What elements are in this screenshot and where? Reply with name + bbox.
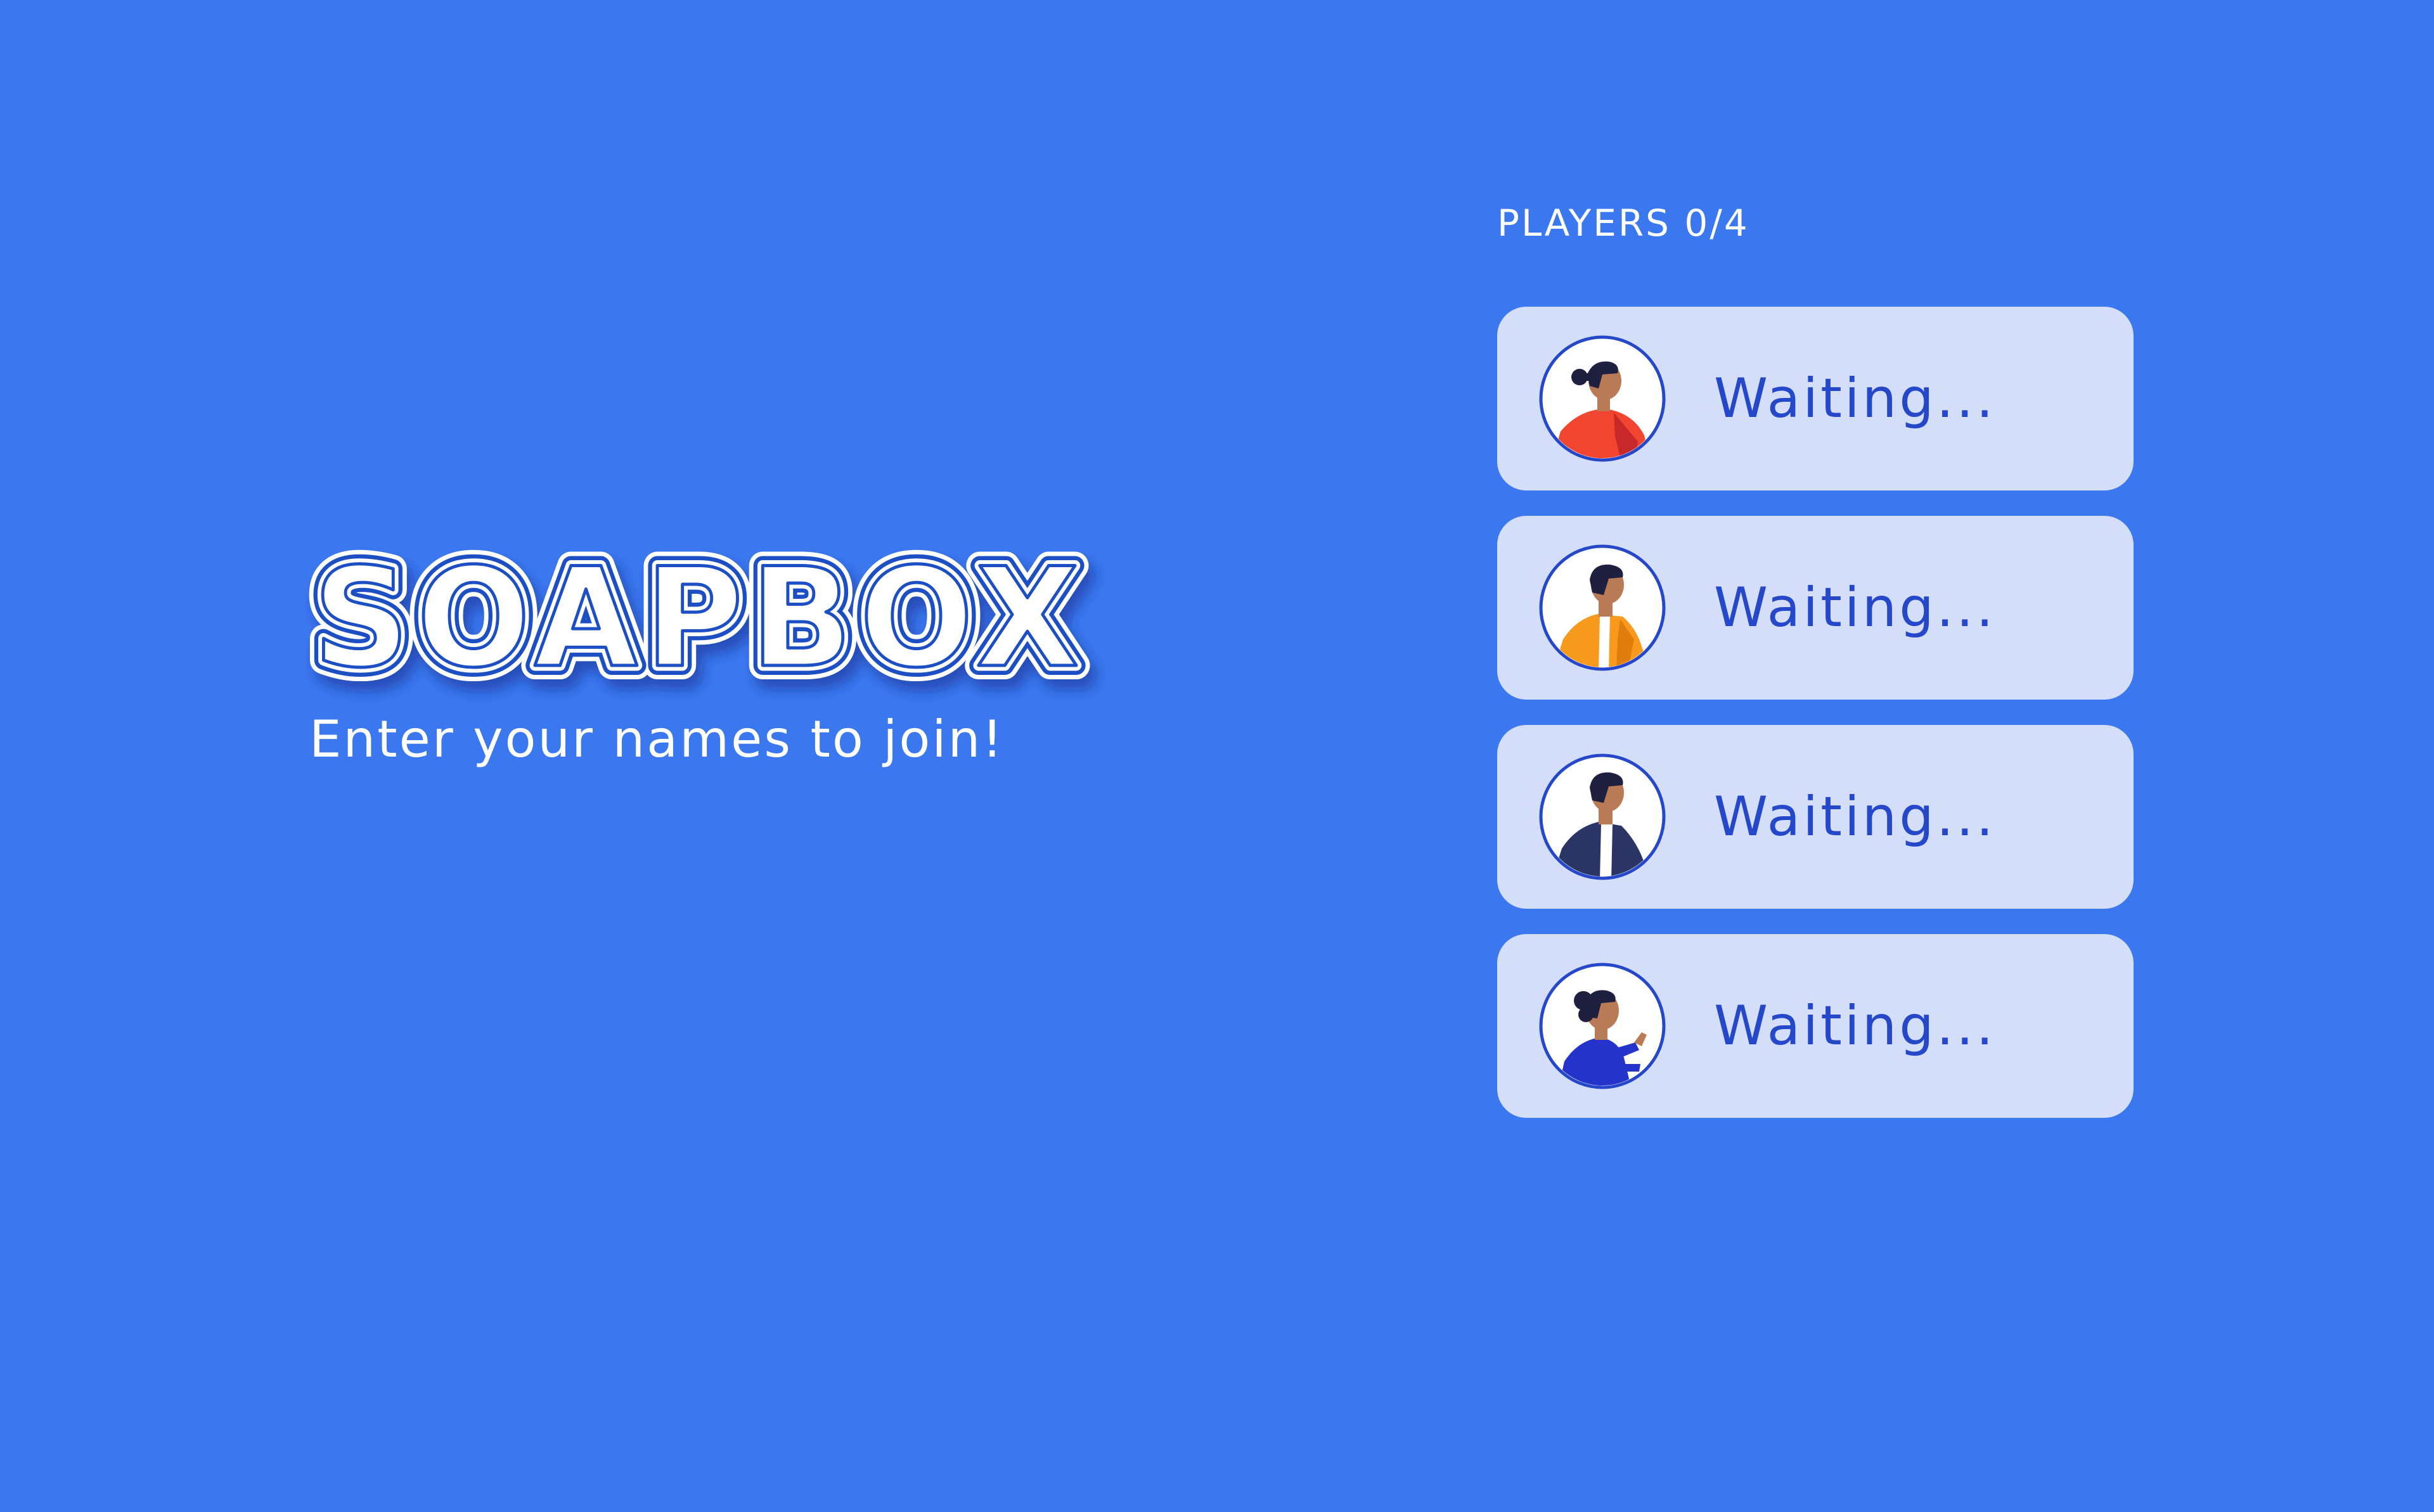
player-slot-1: Waiting...	[1497, 307, 2134, 490]
player-slot-status: Waiting...	[1714, 576, 1996, 639]
player-slot-status: Waiting...	[1714, 994, 1996, 1058]
player-slot-2: Waiting...	[1497, 516, 2134, 700]
title-area: SOAPBOX SOAPBOX SOAPBOX SOAPBOX Enter yo…	[299, 525, 1108, 769]
player-slot-status: Waiting...	[1714, 367, 1996, 430]
join-instruction: Enter your names to join!	[309, 710, 1005, 769]
players-count-heading: PLAYERS 0/4	[1497, 202, 1749, 245]
man-orange-jacket-avatar	[1539, 544, 1666, 671]
woman-red-jacket-avatar	[1539, 335, 1666, 462]
player-slot-3: Waiting...	[1497, 725, 2134, 909]
logo-title: SOAPBOX	[313, 539, 1086, 698]
players-panel: PLAYERS 0/4 Waiting... Waiting... Waitin…	[1497, 195, 2134, 1143]
woman-blue-sweater-avatar	[1539, 963, 1666, 1089]
player-slot-4: Waiting...	[1497, 934, 2134, 1118]
game-logo: SOAPBOX SOAPBOX SOAPBOX SOAPBOX	[299, 525, 1093, 712]
man-navy-jacket-avatar	[1539, 753, 1666, 880]
player-slot-status: Waiting...	[1714, 785, 1996, 849]
